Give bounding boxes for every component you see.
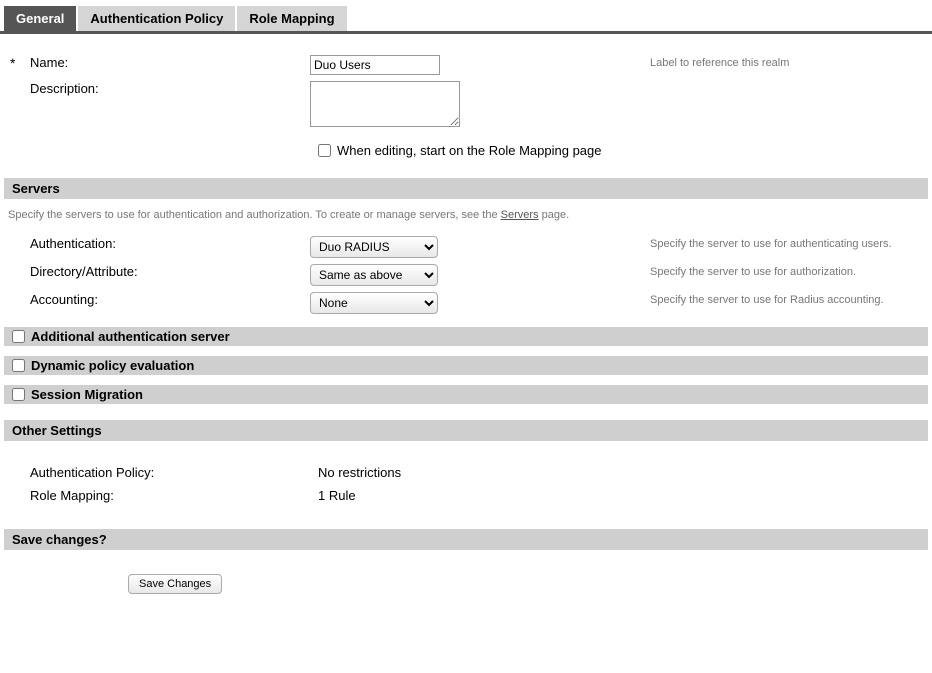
servers-heading: Servers [4, 178, 928, 199]
tab-general[interactable]: General [4, 6, 76, 31]
directory-label: Directory/Attribute: [30, 264, 138, 279]
additional-auth-checkbox[interactable] [12, 330, 25, 343]
authentication-help: Specify the server to use for authentica… [650, 236, 892, 250]
session-migration-checkbox[interactable] [12, 388, 25, 401]
authpolicy-label: Authentication Policy: [0, 465, 318, 480]
tab-authentication-policy[interactable]: Authentication Policy [78, 6, 235, 31]
dynamic-policy-checkbox[interactable] [12, 359, 25, 372]
name-help-text: Label to reference this realm [650, 55, 789, 69]
save-changes-button[interactable]: Save Changes [128, 574, 222, 594]
rolemapping-label: Role Mapping: [0, 488, 318, 503]
session-migration-heading: Session Migration [31, 387, 143, 402]
additional-auth-heading: Additional authentication server [31, 329, 230, 344]
accounting-help: Specify the server to use for Radius acc… [650, 292, 884, 306]
other-settings-heading: Other Settings [4, 420, 928, 441]
required-marker: * [10, 55, 30, 71]
tab-bar: General Authentication Policy Role Mappi… [0, 0, 932, 34]
servers-link[interactable]: Servers [501, 209, 539, 221]
authpolicy-value: No restrictions [318, 465, 401, 480]
authentication-label: Authentication: [30, 236, 116, 251]
accounting-select[interactable]: None [310, 292, 438, 314]
directory-help: Specify the server to use for authorizat… [650, 264, 856, 278]
directory-select[interactable]: Same as above [310, 264, 438, 286]
description-textarea[interactable] [310, 81, 460, 127]
tab-role-mapping[interactable]: Role Mapping [237, 6, 346, 31]
start-role-mapping-checkbox[interactable] [318, 144, 331, 157]
servers-description: Specify the servers to use for authentic… [0, 207, 932, 233]
accounting-label: Accounting: [30, 292, 98, 307]
start-role-mapping-label: When editing, start on the Role Mapping … [337, 143, 602, 158]
name-input[interactable] [310, 55, 440, 75]
name-label: Name: [30, 55, 68, 71]
description-label: Description: [30, 81, 99, 96]
dynamic-policy-heading: Dynamic policy evaluation [31, 358, 194, 373]
rolemapping-value: 1 Rule [318, 488, 356, 503]
authentication-select[interactable]: Duo RADIUS [310, 236, 438, 258]
save-changes-heading: Save changes? [4, 529, 928, 550]
